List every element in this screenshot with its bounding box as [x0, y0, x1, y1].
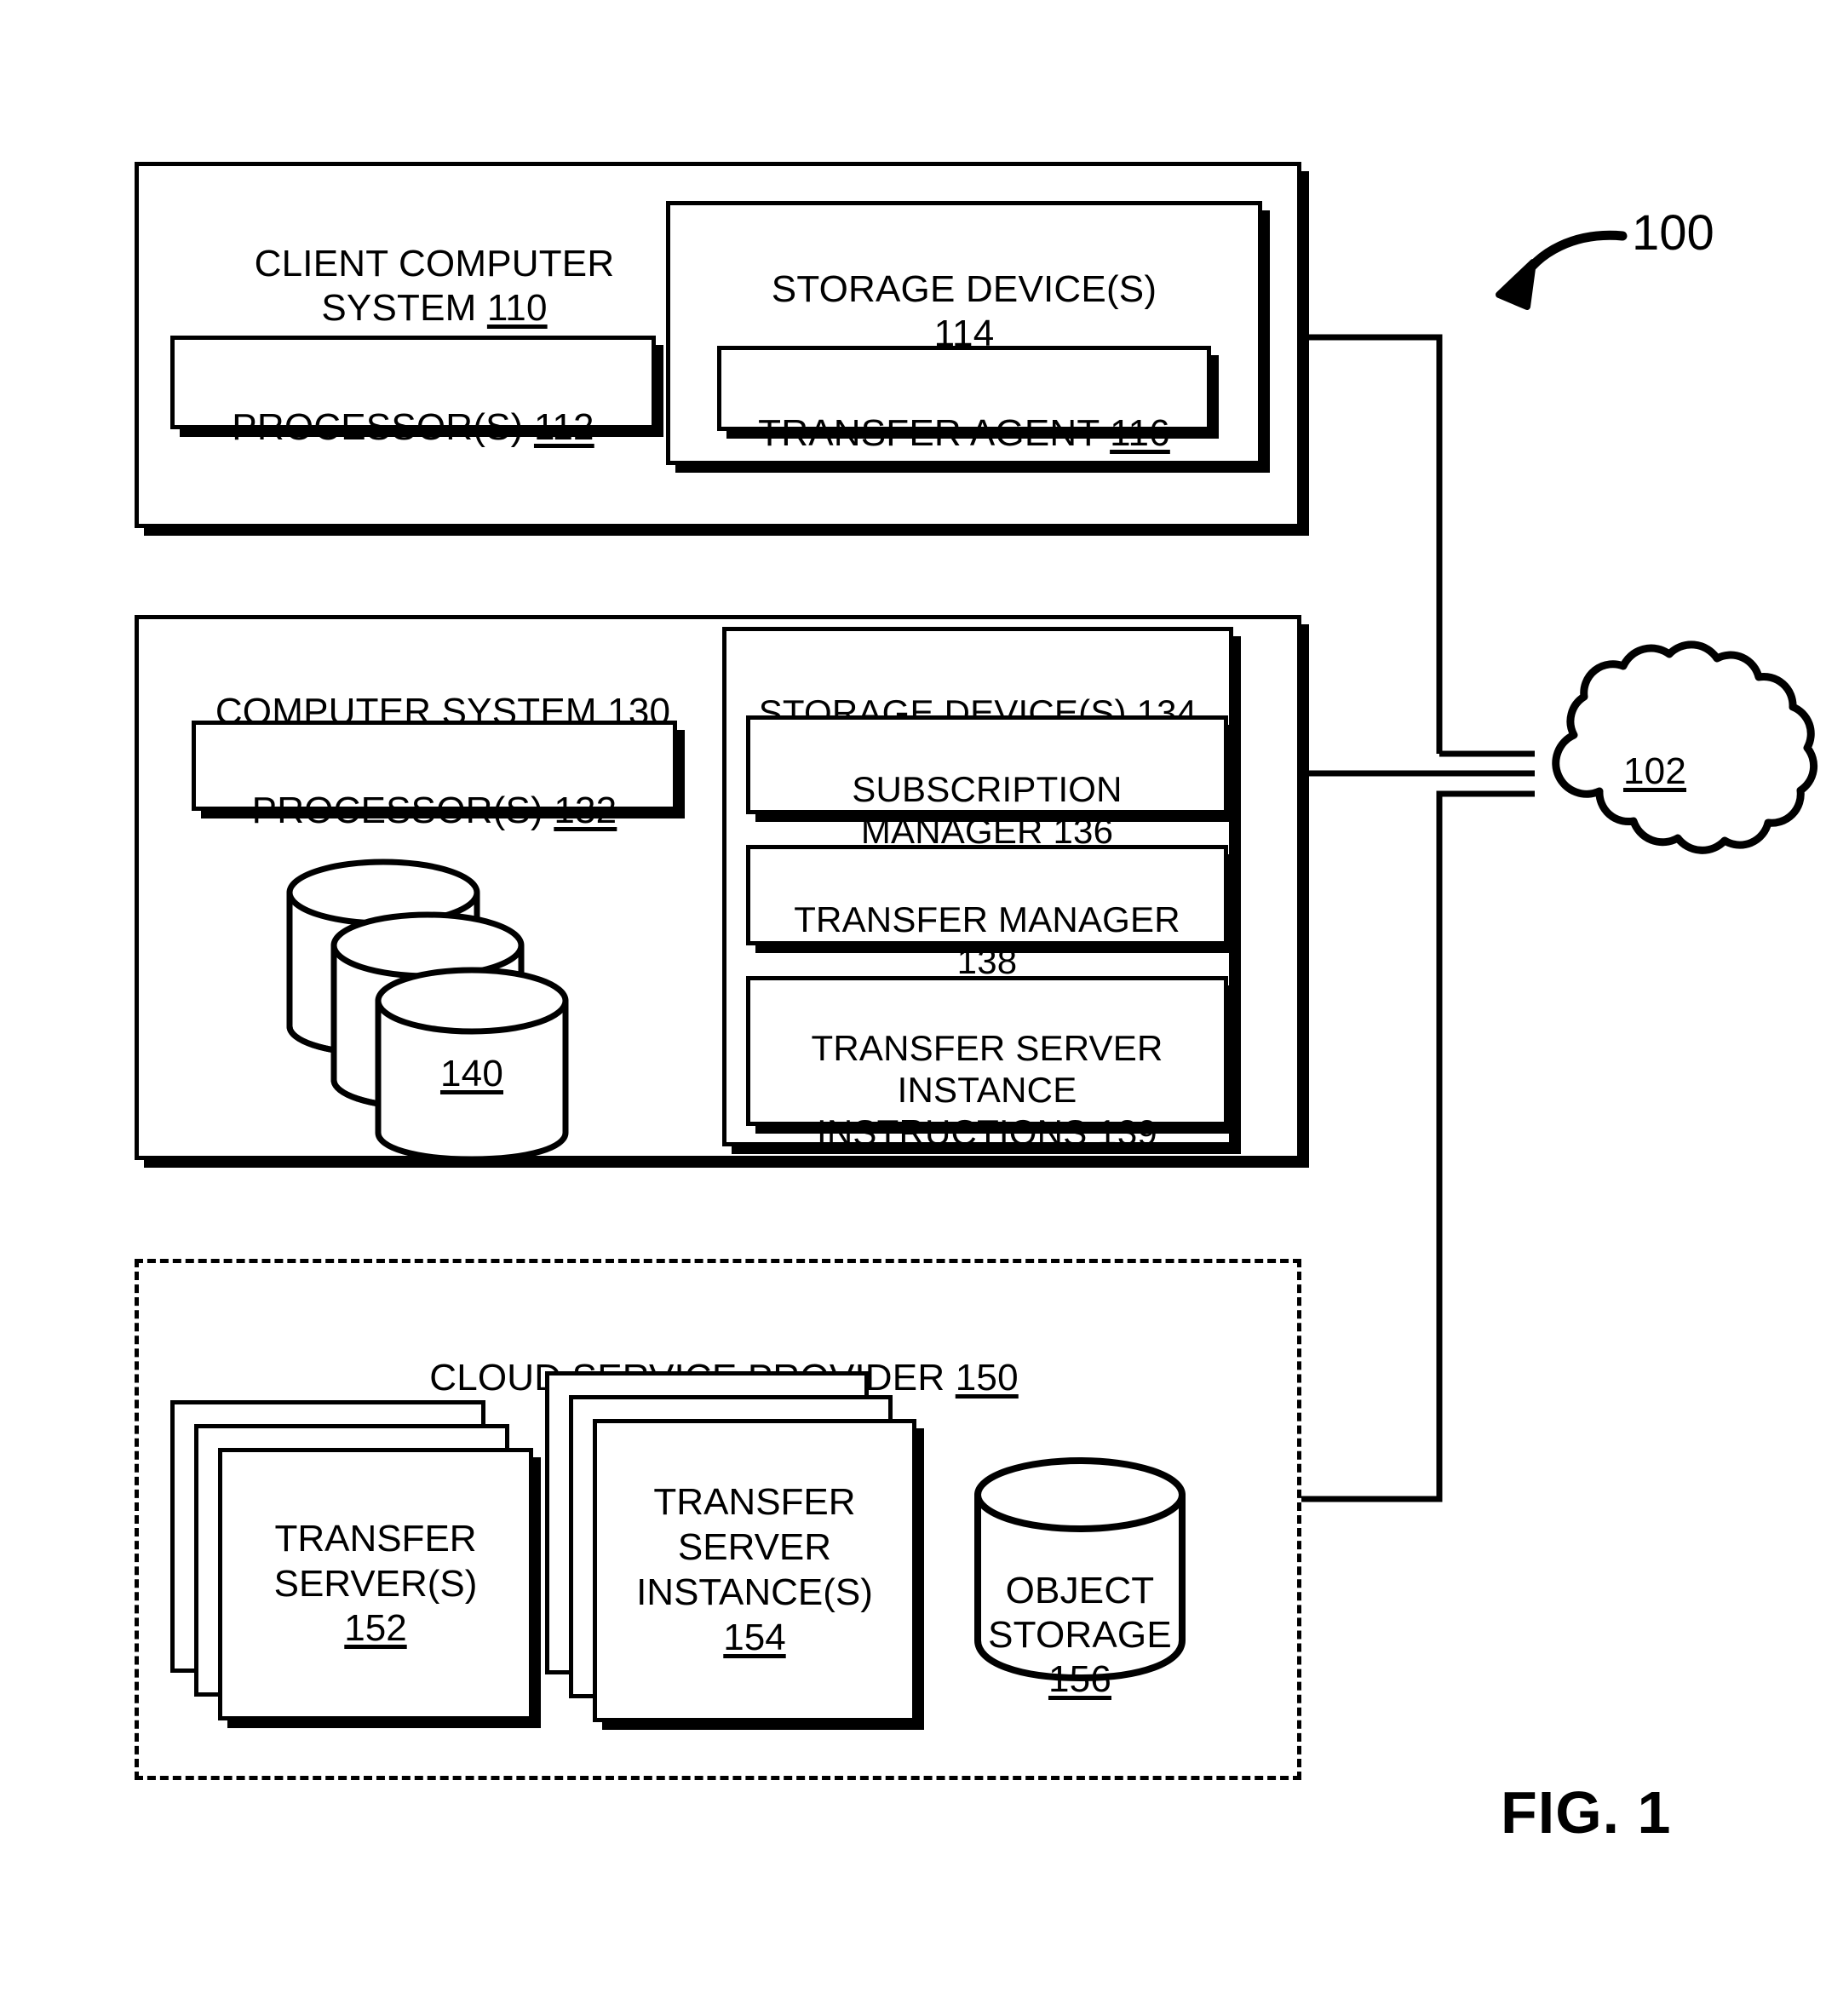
figure-canvas: CLIENT COMPUTER SYSTEM 110 PROCESSOR(S) … — [0, 0, 1826, 2016]
figure-caption: FIG. 1 — [1501, 1779, 1672, 1846]
computer-processor-label: PROCESSOR(S) 132 — [251, 789, 617, 831]
transfer-server-instances-label: TRANSFER SERVER INSTANCE(S) 154 — [636, 1481, 873, 1658]
database-stack-label: 140 — [439, 1053, 503, 1094]
system-reference-100: 100 — [1632, 205, 1714, 261]
transfer-agent-label: TRANSFER AGENT 116 — [758, 411, 1170, 454]
object-storage-label: OBJECT STORAGE 156 — [988, 1569, 1172, 1700]
network-cloud-label: 102 — [1622, 750, 1686, 792]
subscription-manager-label: SUBSCRIPTION MANAGER 136 — [852, 768, 1123, 852]
transfer-manager-label: TRANSFER MANAGER 138 — [794, 899, 1180, 982]
client-processor-label: PROCESSOR(S) 112 — [232, 405, 594, 448]
transfer-servers-label: TRANSFER SERVER(S) 152 — [273, 1517, 478, 1650]
transfer-server-instance-instructions-label: TRANSFER SERVER INSTANCE INSTRUCTIONS 13… — [811, 1027, 1163, 1152]
client-computer-system-title: CLIENT COMPUTER SYSTEM 110 — [254, 242, 615, 329]
transfer-server-instances-stack: TRANSFER SERVER INSTANCE(S) 154 — [545, 1371, 920, 1737]
client-storage-device-label: STORAGE DEVICE(S) 114 — [771, 267, 1157, 354]
transfer-servers-stack: TRANSFER SERVER(S) 152 — [170, 1400, 537, 1732]
